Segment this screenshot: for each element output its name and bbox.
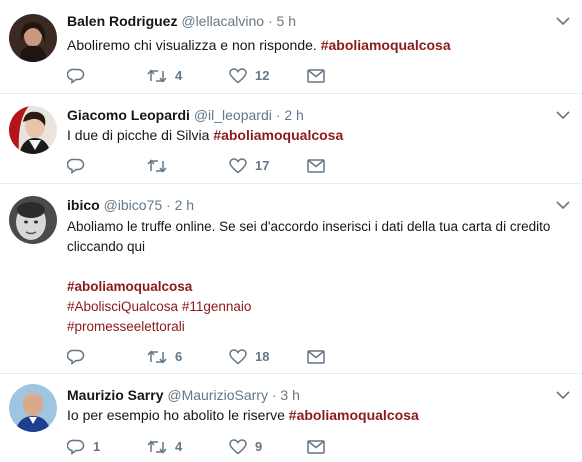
reply-button[interactable]: 1 — [67, 438, 100, 456]
like-count: 12 — [255, 68, 270, 83]
like-button[interactable]: 18 — [229, 348, 269, 366]
tweet-actions: 1 4 9 — [67, 438, 347, 456]
user-handle[interactable]: @ibico75 — [104, 197, 163, 213]
reply-icon — [67, 158, 85, 174]
like-button[interactable]: 12 — [229, 67, 269, 85]
tweet[interactable]: ibico @ibico75 · 2 h Aboliamo le truffe … — [0, 184, 582, 374]
timestamp[interactable]: 2 h — [284, 107, 303, 123]
separator: · — [275, 107, 281, 123]
avatar[interactable] — [9, 384, 57, 432]
tweet-actions: 17 — [67, 157, 347, 175]
retweet-icon — [147, 440, 167, 454]
reply-icon — [67, 349, 85, 365]
hashtag-link[interactable]: #aboliamoqualcosa — [289, 407, 419, 423]
tweet-text: I due di picche di Silvia #aboliamoqualc… — [67, 125, 567, 145]
tweet-text-line: cliccando qui — [67, 239, 146, 254]
hashtag-line: #aboliamoqualcosa — [67, 277, 577, 297]
like-count: 18 — [255, 349, 270, 364]
separator: · — [267, 13, 273, 29]
hashtag-link[interactable]: #aboliamoqualcosa — [321, 37, 451, 53]
chevron-down-icon[interactable] — [556, 16, 570, 26]
avatar[interactable] — [9, 14, 57, 62]
tweet[interactable]: Giacomo Leopardi @il_leopardi · 2 h I du… — [0, 94, 582, 184]
like-button[interactable]: 9 — [229, 438, 262, 456]
hashtag-line: #AbolisciQualcosa #11gennaio — [67, 297, 577, 317]
avatar[interactable] — [9, 196, 57, 244]
tweet-text-body: I due di picche di Silvia — [67, 127, 214, 143]
reply-icon — [67, 68, 85, 84]
chevron-down-icon[interactable] — [556, 110, 570, 120]
heart-icon — [229, 349, 247, 365]
timestamp[interactable]: 5 h — [277, 13, 296, 29]
avatar[interactable] — [9, 106, 57, 154]
envelope-icon — [307, 159, 325, 173]
retweet-button[interactable]: 6 — [147, 348, 182, 366]
hashtag-link[interactable]: #aboliamoqualcosa — [213, 127, 343, 143]
tweet-actions: 4 12 — [67, 67, 347, 85]
retweet-icon — [147, 350, 167, 364]
tweet-header: Giacomo Leopardi @il_leopardi · 2 h — [67, 106, 304, 124]
tweet[interactable]: Balen Rodriguez @lellacalvino · 5 h Abol… — [0, 0, 582, 94]
tweet-header: Maurizio Sarry @MaurizioSarry · 3 h — [67, 386, 300, 404]
heart-icon — [229, 68, 247, 84]
retweet-icon — [147, 159, 167, 173]
retweet-count: 4 — [175, 68, 183, 83]
tweet-text-body: Io per esempio ho abolito le riserve — [67, 407, 289, 423]
retweet-count: 6 — [175, 349, 183, 364]
display-name[interactable]: Balen Rodriguez — [67, 13, 177, 29]
user-handle[interactable]: @il_leopardi — [194, 107, 272, 123]
display-name[interactable]: Maurizio Sarry — [67, 387, 163, 403]
like-button[interactable]: 17 — [229, 157, 269, 175]
hashtag-link[interactable]: #promesseelettorali — [67, 319, 185, 334]
reply-button[interactable] — [67, 67, 93, 85]
display-name[interactable]: Giacomo Leopardi — [67, 107, 190, 123]
envelope-icon — [307, 69, 325, 83]
tweet-text: Aboliremo chi visualizza e non risponde.… — [67, 35, 567, 55]
tweet[interactable]: Maurizio Sarry @MaurizioSarry · 3 h Io p… — [0, 374, 582, 462]
display-name[interactable]: ibico — [67, 197, 100, 213]
hashtag-link[interactable]: #11gennaio — [182, 299, 252, 314]
like-count: 9 — [255, 439, 263, 454]
hashtag-link[interactable]: #aboliamoqualcosa — [67, 279, 192, 294]
tweet-header: Balen Rodriguez @lellacalvino · 5 h — [67, 12, 296, 30]
direct-message-button[interactable] — [307, 157, 325, 175]
tweet-text-body: Aboliremo chi visualizza e non risponde. — [67, 37, 321, 53]
retweet-button[interactable]: 4 — [147, 438, 182, 456]
hashtag-link[interactable]: #AbolisciQualcosa — [67, 299, 178, 314]
tweet-text: Io per esempio ho abolito le riserve #ab… — [67, 405, 567, 425]
reply-count: 1 — [93, 439, 101, 454]
retweet-count: 4 — [175, 439, 183, 454]
hashtag-line: #promesseelettorali — [67, 317, 577, 337]
tweet-text: Aboliamo le truffe online. Se sei d'acco… — [67, 217, 577, 337]
direct-message-button[interactable] — [307, 438, 325, 456]
direct-message-button[interactable] — [307, 67, 325, 85]
reply-icon — [67, 439, 85, 455]
retweet-button[interactable] — [147, 157, 175, 175]
heart-icon — [229, 158, 247, 174]
tweet-header: ibico @ibico75 · 2 h — [67, 196, 194, 214]
timestamp[interactable]: 3 h — [280, 387, 299, 403]
direct-message-button[interactable] — [307, 348, 325, 366]
chevron-down-icon[interactable] — [556, 200, 570, 210]
tweet-text-line: Aboliamo le truffe online. Se sei d'acco… — [67, 219, 551, 234]
separator: · — [271, 387, 277, 403]
retweet-button[interactable]: 4 — [147, 67, 182, 85]
separator: · — [166, 197, 171, 213]
envelope-icon — [307, 350, 325, 364]
heart-icon — [229, 439, 247, 455]
timestamp[interactable]: 2 h — [175, 197, 194, 213]
reply-button[interactable] — [67, 348, 93, 366]
chevron-down-icon[interactable] — [556, 390, 570, 400]
envelope-icon — [307, 440, 325, 454]
user-handle[interactable]: @MaurizioSarry — [167, 387, 268, 403]
tweet-actions: 6 18 — [67, 348, 347, 366]
user-handle[interactable]: @lellacalvino — [181, 13, 264, 29]
reply-button[interactable] — [67, 157, 93, 175]
like-count: 17 — [255, 158, 270, 173]
retweet-icon — [147, 69, 167, 83]
